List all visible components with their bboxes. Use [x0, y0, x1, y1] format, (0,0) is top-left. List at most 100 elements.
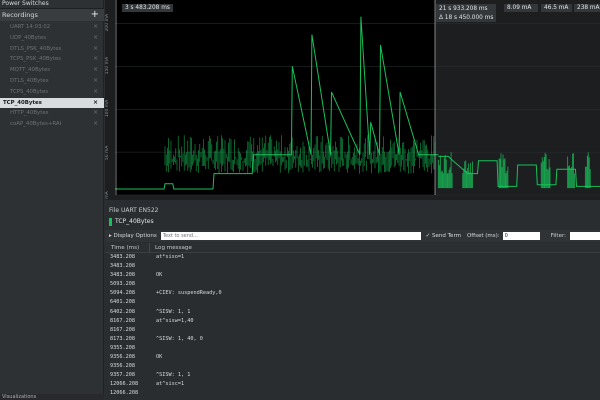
log-message — [152, 280, 156, 289]
y-tick-label: 150 mA — [105, 56, 110, 74]
log-message — [152, 362, 156, 371]
log-row: 9355.208 — [105, 344, 600, 353]
log-row: 3483.208 OK — [105, 271, 600, 280]
log-message: ^SISW: 1, 1 — [156, 372, 191, 379]
log-row: 12066.208 — [105, 389, 600, 398]
filter-input[interactable] — [570, 232, 600, 240]
log-time: 9356.208 — [110, 354, 135, 361]
log-message: at^sisw=1,40 — [156, 317, 194, 324]
log-row: 3483.208 — [105, 262, 600, 271]
app-window: Power Switches Recordings + UART 14:03:0… — [0, 0, 600, 400]
recordings-header: Recordings + — [0, 9, 104, 21]
log-message — [152, 262, 156, 271]
recording-item[interactable]: DTLS_40Bytes × — [0, 76, 104, 87]
y-tick-label: 100 mA — [105, 99, 110, 117]
log-row: 6401.208 — [105, 298, 600, 307]
recording-name-label: TCP_40Bytes — [115, 218, 154, 225]
remove-recording-icon[interactable]: × — [93, 108, 98, 119]
log-time: 8167.208 — [110, 317, 135, 324]
col-time-header[interactable]: Time (ms) — [105, 243, 150, 252]
log-time: 6402.208 — [110, 308, 135, 315]
remove-recording-icon[interactable]: × — [93, 119, 98, 130]
log-time: 3483.208 — [110, 272, 135, 279]
display-options-label: Display Options — [113, 233, 157, 239]
log-row: 8167.208 — [105, 326, 600, 335]
col-message-header[interactable]: Log message — [150, 243, 192, 252]
sidebar: Power Switches Recordings + UART 14:03:0… — [0, 0, 104, 400]
log-time: 6401.208 — [110, 299, 135, 306]
recording-item[interactable]: TCPS_PSK_40Bytes × — [0, 54, 104, 65]
log-time: 12066.208 — [110, 381, 139, 388]
send-term-checkbox[interactable]: ✓ Send Term — [426, 233, 461, 239]
log-row: 5093.208 — [105, 280, 600, 289]
remove-recording-icon[interactable]: × — [93, 65, 98, 76]
recording-item-label: TCPS_PSK_40Bytes — [10, 56, 61, 63]
log-time: 5093.208 — [110, 281, 135, 288]
remove-recording-icon[interactable]: × — [93, 33, 98, 44]
remove-recording-icon[interactable]: × — [93, 22, 98, 33]
send-text-input[interactable] — [160, 232, 421, 240]
send-term-label: Send Term — [432, 233, 461, 239]
remove-recording-icon[interactable]: × — [93, 87, 98, 98]
log-row: 8167.208 at^sisw=1,40 — [105, 317, 600, 326]
recording-item-label: HTTP_40Bytes — [10, 110, 49, 117]
log-message: +CIEV: suspendReady,0 — [156, 290, 222, 297]
log-message: at*siso=1 — [156, 254, 185, 260]
log-message: OK — [156, 354, 163, 361]
log-rows: 3483.208 at*siso=1 3483.208 3483.208 OK 5093.… — [105, 253, 600, 400]
recording-item-label: TCP_40Bytes — [3, 99, 42, 106]
recording-item[interactable]: coAP_40Bytes+RAI × — [0, 119, 104, 130]
recording-item[interactable]: DTLS_PSK_40Bytes × — [0, 44, 104, 55]
log-row: 9356.208 OK — [105, 353, 600, 362]
log-message — [152, 326, 156, 335]
log-message: ^SISW: 1, 1 — [156, 308, 191, 315]
log-message: OK — [156, 272, 163, 279]
recording-item-label: DTLS_40Bytes — [10, 77, 49, 84]
uart-log-panel: File UART EN522 TCP_40Bytes ▸ Display Op… — [105, 201, 600, 400]
log-time: 9356.208 — [110, 363, 135, 370]
cursor-right-time: 21 s 933.208 ms — [439, 6, 488, 12]
stat-peak: 238 mA — [574, 4, 600, 12]
offset-input[interactable] — [502, 232, 540, 240]
recording-item[interactable]: MQTT_40Bytes × — [0, 65, 104, 76]
remove-recording-icon[interactable]: × — [93, 76, 98, 87]
stat-avg: 8.09 mA — [504, 4, 538, 12]
log-row: 6402.208 ^SISW: 1, 1 — [105, 308, 600, 317]
recording-item[interactable]: UART 14:03:02 × — [0, 22, 104, 33]
recordings-label: Recordings — [2, 11, 38, 19]
display-options-toggle[interactable]: ▸ Display Options — [109, 233, 157, 239]
recording-name: TCP_40Bytes — [105, 217, 600, 227]
log-row: 9356.208 — [105, 362, 600, 371]
add-recording-icon[interactable]: + — [91, 9, 99, 20]
offset-label: Offset (ms): — [466, 233, 500, 239]
visualizations-header[interactable]: Visualizations — [0, 394, 104, 400]
log-time: 12066.208 — [110, 390, 139, 397]
log-row: 8173.208 ^SISW: 1, 40, 0 — [105, 335, 600, 344]
power-switches-header[interactable]: Power Switches — [0, 0, 103, 9]
power-chart[interactable]: 200 mA 150 mA 100 mA 50 mA 0 mA 3 s 483.208 … — [105, 0, 600, 200]
log-row: 3483.208 at*siso=1 — [105, 253, 600, 262]
recording-color-swatch — [109, 218, 112, 226]
log-message: at^sisc=1 — [156, 381, 185, 388]
y-tick-label: 0 mA — [105, 190, 110, 200]
remove-recording-icon[interactable]: × — [93, 98, 98, 109]
y-tick-label: 200 mA — [105, 13, 110, 31]
recording-item[interactable]: TCPS_40Bytes × — [0, 87, 104, 98]
log-message — [152, 298, 156, 307]
stat-max: 46.5 mA — [541, 4, 572, 12]
y-tick-label: 50 mA — [105, 145, 110, 161]
recording-item[interactable]: TCP_40Bytes × — [0, 97, 104, 109]
recording-item[interactable]: HTTP_40Bytes × — [0, 108, 104, 119]
log-toolbar: ▸ Display Options ✓ Send Term Offset (ms… — [105, 230, 600, 242]
cursor-right-box: 21 s 933.208 ms Δ 18 s 450.000 ms — [436, 4, 497, 22]
log-time: 8167.208 — [110, 326, 135, 333]
remove-recording-icon[interactable]: × — [93, 44, 98, 55]
log-row: 9357.208 ^SISW: 1, 1 — [105, 371, 600, 380]
remove-recording-icon[interactable]: × — [93, 54, 98, 65]
log-title: File UART EN522 — [109, 207, 159, 214]
recording-item[interactable]: UDP_40Bytes × — [0, 33, 104, 44]
recording-item-label: coAP_40Bytes+RAI — [10, 121, 62, 128]
chart-svg[interactable]: 200 mA 150 mA 100 mA 50 mA 0 mA — [105, 0, 600, 200]
log-row: 5094.208 +CIEV: suspendReady,0 — [105, 289, 600, 298]
log-table-header: Time (ms) Log message — [105, 243, 600, 253]
